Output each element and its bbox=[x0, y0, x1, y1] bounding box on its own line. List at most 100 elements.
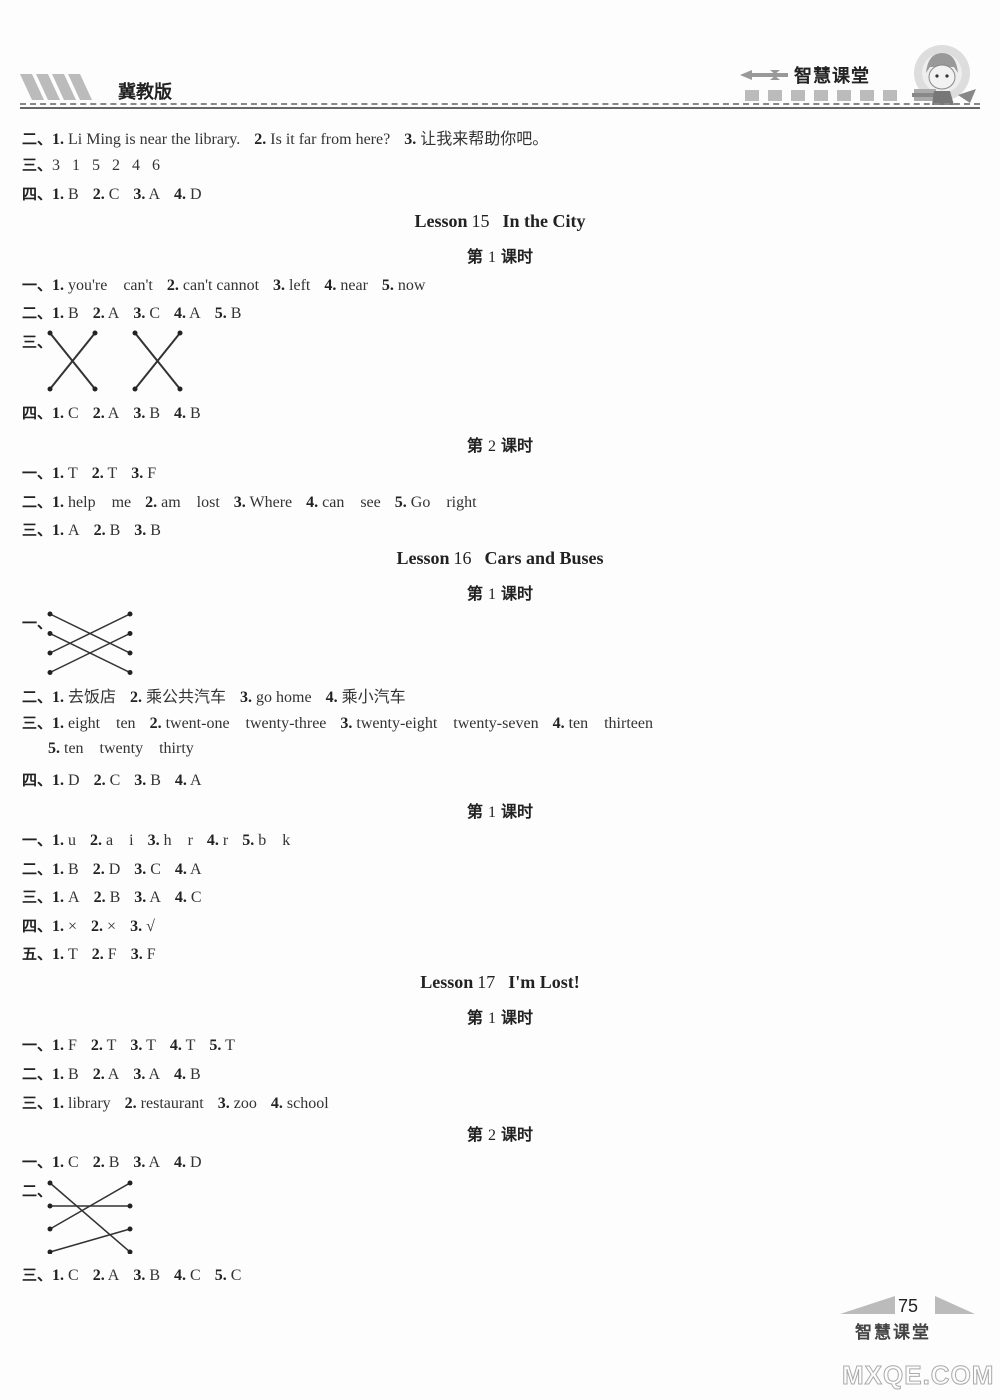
item-answer: B bbox=[186, 405, 201, 422]
item-number: 4. bbox=[174, 1066, 187, 1083]
item-answer: B bbox=[226, 305, 242, 322]
answer-item: 2. B bbox=[94, 889, 121, 906]
item-number: 2. bbox=[91, 946, 104, 963]
item-answer: am lost bbox=[157, 494, 220, 511]
item-answer: B bbox=[146, 772, 161, 789]
answer-row: 三、1. A 2. B 3. B bbox=[22, 519, 175, 540]
item-answer: h r bbox=[159, 832, 193, 849]
item-number: 2. bbox=[254, 131, 267, 148]
item-number: 2. bbox=[93, 889, 106, 906]
item-number: 1. bbox=[52, 1095, 65, 1112]
item-answer: Is it far from here? bbox=[266, 131, 391, 148]
item-number: 1. bbox=[52, 305, 65, 322]
brand-title: 智慧课堂 bbox=[794, 66, 870, 87]
item-answer: B bbox=[105, 889, 121, 906]
answer-item: 2. am lost bbox=[145, 494, 220, 511]
match-dot-right bbox=[177, 330, 183, 336]
answer-item: 3. B bbox=[133, 405, 160, 422]
item-answer: A bbox=[64, 522, 80, 539]
item-answer: C bbox=[64, 1267, 79, 1284]
match-dot-left bbox=[47, 611, 53, 617]
item-number: 3. bbox=[133, 186, 146, 203]
item-number: 3. bbox=[133, 1267, 146, 1284]
answer-item: 2. B bbox=[94, 522, 121, 539]
answer-item: 3. C bbox=[134, 861, 161, 878]
answer-row: 三、1. A 2. B 3. A 4. C bbox=[22, 886, 216, 907]
answer-item: 3. A bbox=[133, 1066, 160, 1083]
answer-item: 4. A bbox=[174, 305, 201, 322]
item-answer: left bbox=[285, 277, 311, 294]
answer-row: 三、3 1 5 2 4 6 bbox=[22, 154, 160, 175]
item-answer: Li Ming is near the library. bbox=[64, 131, 241, 148]
answer-item: 1. Li Ming is near the library. bbox=[52, 131, 240, 148]
answer-row: 一、1. C 2. B 3. A 4. D bbox=[22, 1151, 216, 1172]
item-answer: A bbox=[145, 1154, 161, 1171]
item-answer: A bbox=[104, 305, 120, 322]
item-answer: B bbox=[64, 1066, 79, 1083]
match-dot-right bbox=[127, 650, 133, 656]
answer-item: 4. A bbox=[175, 772, 202, 789]
answer-item: 1. D bbox=[52, 772, 80, 789]
item-number: 3. bbox=[147, 832, 160, 849]
item-number: 3. bbox=[134, 522, 147, 539]
section-marker: 一、 bbox=[22, 1036, 53, 1054]
item-answer: × bbox=[103, 918, 117, 935]
match-dot-left bbox=[47, 1203, 53, 1209]
answer-item: 4. 乘小汽车 bbox=[326, 689, 406, 706]
item-answer: Go right bbox=[406, 494, 477, 511]
item-answer: F bbox=[142, 946, 156, 963]
item-number: 1. bbox=[52, 186, 65, 203]
item-answer: 让我来帮助你吧。 bbox=[416, 131, 549, 148]
answer-item: 1. B bbox=[52, 861, 79, 878]
item-number: 5. bbox=[242, 832, 255, 849]
item-number: 2. bbox=[92, 1267, 105, 1284]
item-answer: T bbox=[103, 465, 118, 482]
item-number: 2. bbox=[93, 772, 106, 789]
answer-item: 2. F bbox=[92, 946, 117, 963]
answer-item: 1. A bbox=[52, 889, 80, 906]
answer-item: 3. A bbox=[133, 1154, 160, 1171]
answer-item: 1. A bbox=[52, 522, 80, 539]
answer-item: 2. C bbox=[93, 186, 120, 203]
item-answer: a i bbox=[102, 832, 134, 849]
item-answer: A bbox=[104, 405, 120, 422]
section-marker: 二、 bbox=[22, 860, 53, 878]
answer-item: 2. × bbox=[91, 918, 116, 935]
answer-item: 3. F bbox=[131, 465, 156, 482]
section-marker: 四、 bbox=[22, 185, 53, 203]
match-dot-right bbox=[92, 386, 98, 392]
item-number: 1. bbox=[52, 715, 65, 732]
answer-item: 3. go home bbox=[240, 689, 312, 706]
section-marker: 二、 bbox=[22, 688, 53, 706]
item-number: 3. bbox=[134, 889, 147, 906]
section-marker: 四、 bbox=[22, 771, 53, 789]
item-number: 4. bbox=[325, 689, 338, 706]
match-dot-left bbox=[47, 1249, 53, 1254]
answer-item: 1. T bbox=[52, 465, 78, 482]
item-number: 5. bbox=[48, 740, 60, 757]
item-number: 3. bbox=[240, 689, 253, 706]
matching-diagram bbox=[47, 330, 183, 392]
item-answer: now bbox=[393, 277, 426, 294]
item-answer: A bbox=[145, 1066, 161, 1083]
section-marker: 三、 bbox=[22, 156, 53, 174]
section-marker: 二、 bbox=[22, 130, 53, 148]
item-number: 1. bbox=[52, 131, 65, 148]
answer-row: 一、1. you're can't 2. can't cannot 3. left 4… bbox=[22, 274, 439, 295]
item-answer: Where bbox=[245, 494, 293, 511]
item-number: 3. bbox=[340, 715, 353, 732]
item-answer: 乘公共汽车 bbox=[142, 689, 227, 706]
item-number: 1. bbox=[52, 946, 65, 963]
section-marker: 二、 bbox=[22, 304, 53, 322]
item-answer: C bbox=[146, 861, 161, 878]
answer-item: 5. C bbox=[215, 1267, 242, 1284]
answer-item: 2. T bbox=[92, 465, 117, 482]
answer-row: 五、1. T 2. F 3. F bbox=[22, 943, 170, 964]
item-number: 4. bbox=[174, 1267, 187, 1284]
item-number: 2. bbox=[90, 832, 103, 849]
answer-item: 1. B bbox=[52, 1066, 79, 1083]
answer-item: 2. A bbox=[93, 1066, 120, 1083]
answer-row: 二、1. B 2. A 3. A 4. B bbox=[22, 1063, 215, 1084]
item-number: 1. bbox=[52, 494, 65, 511]
answer-row: 四、1. × 2. × 3. √ bbox=[22, 915, 169, 936]
